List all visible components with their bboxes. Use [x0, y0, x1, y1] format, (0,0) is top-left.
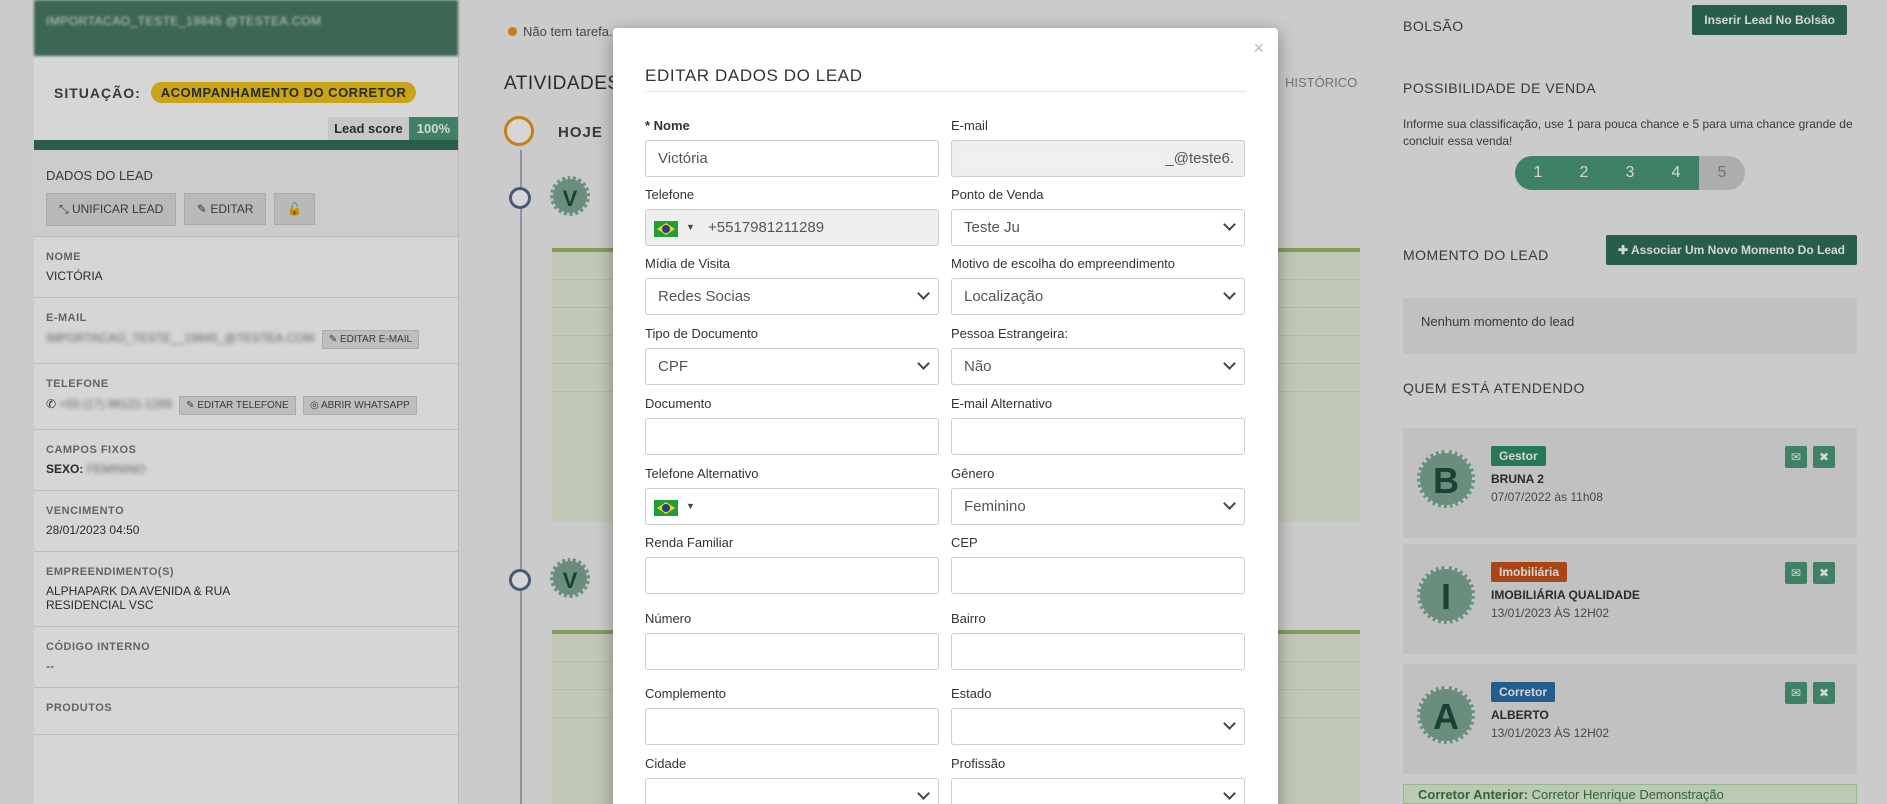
close-icon[interactable]: × — [1253, 38, 1264, 59]
telefone-input[interactable]: ▼ +5517981211289 — [645, 209, 939, 246]
email-alternativo-label: E-mail Alternativo — [951, 396, 1053, 411]
genero-select[interactable]: Feminino — [951, 488, 1245, 525]
chevron-down-icon — [1223, 717, 1236, 730]
email-suffix: _@teste6. — [1165, 150, 1234, 167]
email-label: E-mail — [951, 118, 988, 133]
chevron-down-icon — [1223, 497, 1236, 510]
estrangeira-value: Não — [964, 358, 992, 375]
numero-group: Número — [645, 611, 939, 670]
caret-down-icon[interactable]: ▼ — [686, 210, 695, 245]
cep-label: CEP — [951, 535, 978, 550]
midia-label: Mídia de Visita — [645, 256, 731, 271]
tipo-documento-select[interactable]: CPF — [645, 348, 939, 385]
estrangeira-label: Pessoa Estrangeira: — [951, 326, 1069, 341]
brazil-flag-icon[interactable] — [654, 221, 678, 237]
caret-down-icon[interactable]: ▼ — [686, 489, 695, 524]
nome-input[interactable]: Victória — [645, 140, 939, 177]
documento-group: Documento — [645, 396, 939, 455]
renda-input[interactable] — [645, 557, 939, 594]
bairro-group: Bairro — [951, 611, 1245, 670]
genero-value: Feminino — [964, 498, 1026, 515]
motivo-label: Motivo de escolha do empreendimento — [951, 256, 1176, 271]
estado-select[interactable] — [951, 708, 1245, 745]
telefone-value: +5517981211289 — [708, 219, 825, 236]
documento-input[interactable] — [645, 418, 939, 455]
profissao-group: Profissão — [951, 756, 1245, 804]
numero-input[interactable] — [645, 633, 939, 670]
ponto-venda-select[interactable]: Teste Ju — [951, 209, 1245, 246]
ponto-venda-group: Ponto de Venda Teste Ju — [951, 187, 1245, 246]
nome-group: * Nome Victória — [645, 118, 939, 177]
genero-label: Gênero — [951, 466, 995, 481]
complemento-input[interactable] — [645, 708, 939, 745]
numero-label: Número — [645, 611, 692, 626]
email-group: E-mail _@teste6. — [951, 118, 1245, 177]
chevron-down-icon — [1223, 787, 1236, 800]
divider — [645, 91, 1246, 92]
tipo-documento-label: Tipo de Documento — [645, 326, 758, 341]
chevron-down-icon — [1223, 287, 1236, 300]
documento-label: Documento — [645, 396, 712, 411]
telefone-alternativo-input[interactable]: ▼ — [645, 488, 939, 525]
telefone-alternativo-group: Telefone Alternativo ▼ — [645, 466, 939, 525]
telefone-label: Telefone — [645, 187, 695, 202]
complemento-group: Complemento — [645, 686, 939, 745]
email-alternativo-input[interactable] — [951, 418, 1245, 455]
bairro-label: Bairro — [951, 611, 986, 626]
cep-group: CEP — [951, 535, 1245, 594]
motivo-value: Localização — [964, 288, 1044, 305]
chevron-down-icon — [917, 787, 930, 800]
estrangeira-group: Pessoa Estrangeira: Não — [951, 326, 1245, 385]
renda-label: Renda Familiar — [645, 535, 734, 550]
chevron-down-icon — [917, 357, 930, 370]
complemento-label: Complemento — [645, 686, 726, 701]
profissao-label: Profissão — [951, 756, 1006, 771]
cidade-group: Cidade — [645, 756, 939, 804]
cidade-select[interactable] — [645, 778, 939, 804]
chevron-down-icon — [1223, 357, 1236, 370]
estado-label: Estado — [951, 686, 992, 701]
brazil-flag-icon[interactable] — [654, 500, 678, 516]
tipo-documento-value: CPF — [658, 358, 688, 375]
bairro-input[interactable] — [951, 633, 1245, 670]
profissao-select[interactable] — [951, 778, 1245, 804]
motivo-select[interactable]: Localização — [951, 278, 1245, 315]
nome-label: * Nome — [645, 118, 690, 133]
email-alternativo-group: E-mail Alternativo — [951, 396, 1245, 455]
ponto-venda-value: Teste Ju — [964, 219, 1020, 236]
midia-group: Mídia de Visita Redes Socias — [645, 256, 939, 315]
tipo-documento-group: Tipo de Documento CPF — [645, 326, 939, 385]
email-redacted — [962, 151, 1162, 167]
telefone-group: Telefone ▼ +5517981211289 — [645, 187, 939, 246]
renda-group: Renda Familiar — [645, 535, 939, 594]
edit-lead-modal: × EDITAR DADOS DO LEAD * Nome Victória E… — [613, 28, 1278, 804]
midia-select[interactable]: Redes Socias — [645, 278, 939, 315]
estrangeira-select[interactable]: Não — [951, 348, 1245, 385]
telefone-alternativo-label: Telefone Alternativo — [645, 466, 759, 481]
cidade-label: Cidade — [645, 756, 687, 771]
midia-value: Redes Socias — [658, 288, 751, 305]
email-input[interactable]: _@teste6. — [951, 140, 1245, 177]
ponto-venda-label: Ponto de Venda — [951, 187, 1044, 202]
chevron-down-icon — [917, 287, 930, 300]
chevron-down-icon — [1223, 218, 1236, 231]
motivo-group: Motivo de escolha do empreendimento Loca… — [951, 256, 1245, 315]
genero-group: Gênero Feminino — [951, 466, 1245, 525]
modal-title: EDITAR DADOS DO LEAD — [645, 66, 863, 85]
estado-group: Estado — [951, 686, 1245, 745]
cep-input[interactable] — [951, 557, 1245, 594]
